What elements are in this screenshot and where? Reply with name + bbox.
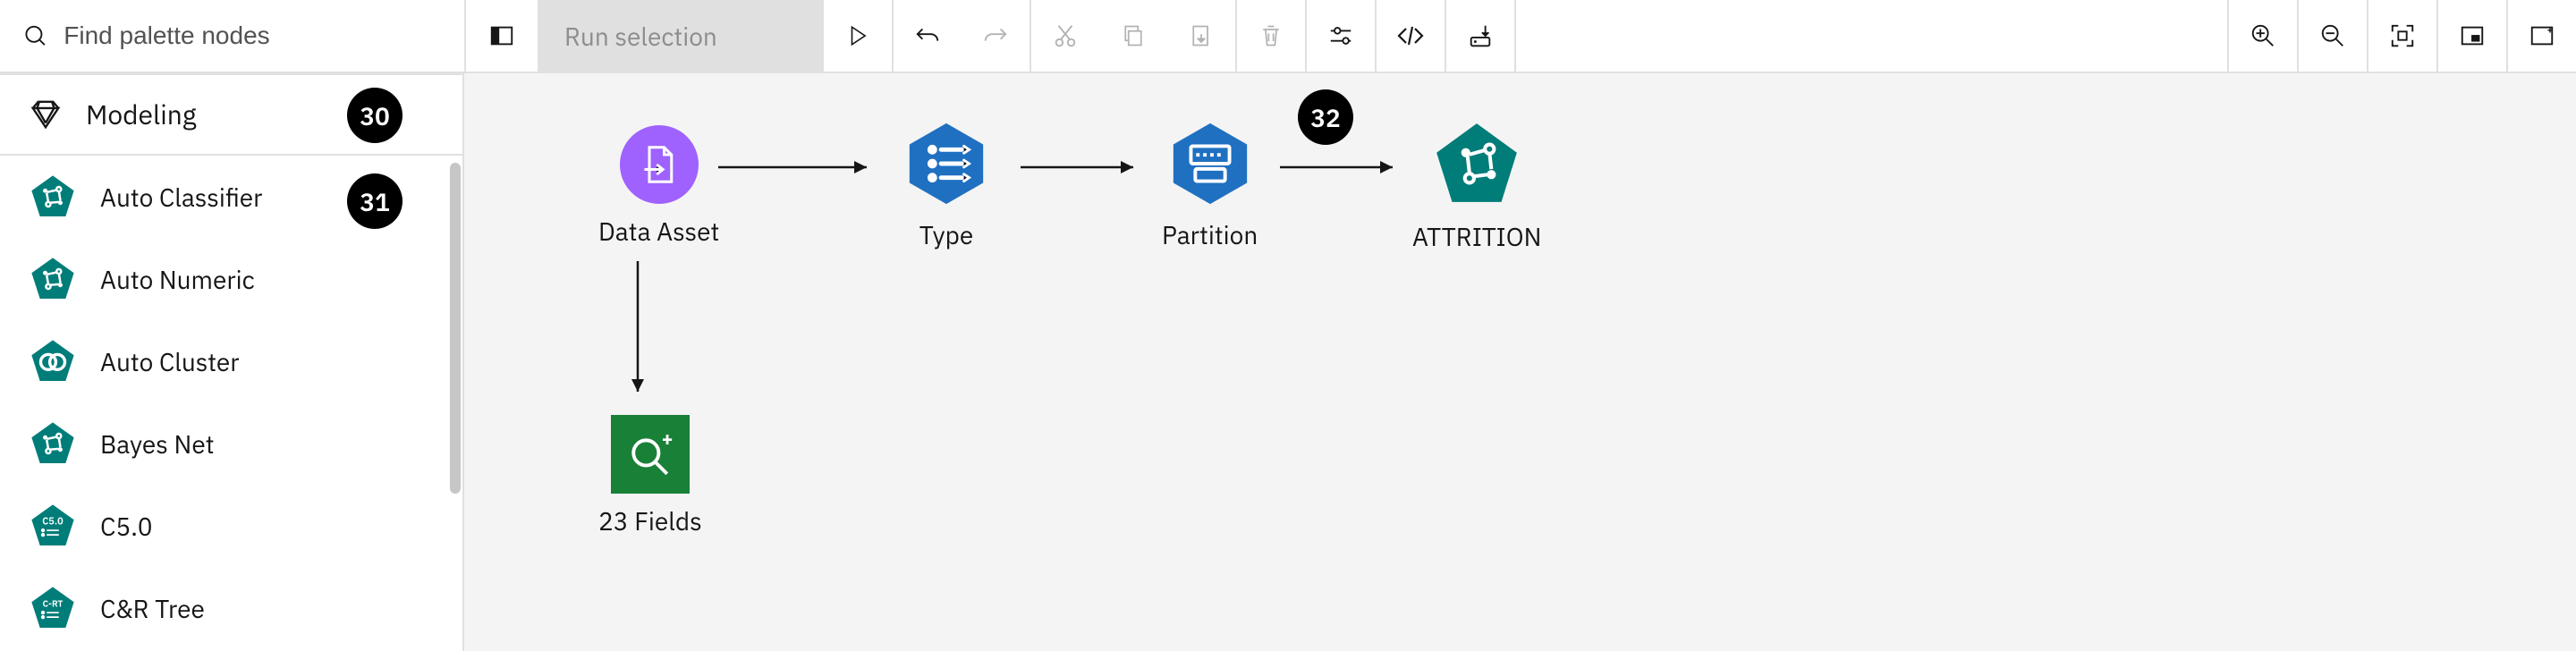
annotation-badge-32: 32: [1298, 89, 1353, 145]
search-icon: [23, 22, 47, 49]
flow-canvas[interactable]: Data Asset Type: [464, 73, 2576, 651]
palette-node-label: Auto Classifier: [100, 181, 262, 214]
pentagon-icon: [29, 419, 77, 468]
node-label: Partition: [1162, 218, 1258, 251]
zoom-out-button[interactable]: [2299, 0, 2367, 72]
play-icon: [846, 24, 869, 47]
pentagon-icon: C-RT: [29, 584, 77, 632]
toolbar: Run selection: [0, 0, 2576, 73]
zoom-fit-icon: [2389, 22, 2416, 49]
paste-button: [1167, 0, 1235, 72]
pentagon-icon: C5.0: [29, 502, 77, 550]
node-label: Type: [919, 218, 973, 251]
main-area: Modeling Auto Classifier Auto Numeric Au…: [0, 73, 2576, 651]
canvas-node-type[interactable]: Type: [902, 120, 990, 251]
redo-button: [962, 0, 1030, 72]
pentagon-icon: [29, 255, 77, 303]
palette-node-auto-cluster[interactable]: Auto Cluster: [0, 320, 462, 402]
cut-button: [1031, 0, 1099, 72]
palette-node-label: C5.0: [100, 510, 153, 543]
panel-toggle-icon: [488, 22, 515, 49]
settings-adjust-icon: [1327, 22, 1354, 49]
copy-button: [1099, 0, 1167, 72]
sidebar-scrollbar[interactable]: [450, 163, 461, 494]
code-button[interactable]: [1377, 0, 1445, 72]
pentagon-icon: [29, 173, 77, 221]
hexagon-icon: [1166, 120, 1254, 207]
download-button[interactable]: [1446, 0, 1514, 72]
palette-node-label: Auto Cluster: [100, 345, 240, 378]
palette-node-label: Bayes Net: [100, 427, 215, 461]
annotation-badge-30: 30: [347, 88, 402, 143]
add-comment-icon: +: [2529, 22, 2555, 49]
canvas-node-partition[interactable]: Partition: [1162, 120, 1258, 251]
trash-icon: [1258, 23, 1284, 48]
zoom-in-button[interactable]: [2229, 0, 2297, 72]
run-selection-label: Run selection: [564, 20, 717, 53]
undo-icon: [914, 22, 941, 49]
palette-node-label: Auto Numeric: [100, 263, 255, 296]
hexagon-icon: [902, 120, 990, 207]
palette-node-crtree[interactable]: C-RT C&R Tree: [0, 567, 462, 649]
palette-category-label: Modeling: [86, 97, 197, 132]
svg-text:+: +: [2547, 23, 2554, 37]
pentagon-icon: [1431, 118, 1522, 209]
svg-text:C-RT: C-RT: [43, 597, 64, 609]
panel-toggle-button[interactable]: [466, 0, 538, 72]
flow-arrow: [1019, 159, 1144, 175]
palette-node-auto-numeric[interactable]: Auto Numeric: [0, 238, 462, 320]
minimap-icon: [2459, 22, 2486, 49]
palette-node-c50[interactable]: C5.0 C5.0: [0, 485, 462, 567]
canvas-node-data-asset[interactable]: Data Asset: [598, 125, 719, 248]
redo-icon: [982, 22, 1009, 49]
palette-search[interactable]: [0, 0, 464, 72]
svg-text:C5.0: C5.0: [42, 515, 64, 528]
copy-icon: [1121, 23, 1146, 48]
svg-text:+: +: [661, 432, 673, 452]
download-icon: [1467, 22, 1494, 49]
palette-sidebar: Modeling Auto Classifier Auto Numeric Au…: [0, 73, 464, 651]
flow-arrow: [630, 259, 646, 402]
cut-icon: [1052, 22, 1079, 49]
run-selection-button: Run selection: [539, 0, 822, 72]
undo-button[interactable]: [894, 0, 962, 72]
palette-node-bayes-net[interactable]: Bayes Net: [0, 402, 462, 485]
zoom-out-icon: [2319, 22, 2346, 49]
zoom-fit-button[interactable]: [2368, 0, 2436, 72]
delete-button: [1237, 0, 1305, 72]
code-icon: [1396, 21, 1425, 50]
annotation-badge-31: 31: [347, 173, 402, 229]
run-button[interactable]: [824, 0, 892, 72]
node-label: Data Asset: [598, 215, 719, 248]
canvas-node-23-fields[interactable]: + 23 Fields: [598, 415, 702, 537]
add-comment-button[interactable]: +: [2508, 0, 2576, 72]
flow-arrow: [716, 159, 877, 175]
paste-icon: [1189, 23, 1214, 48]
minimap-button[interactable]: [2438, 0, 2506, 72]
node-label: ATTRITION: [1412, 220, 1541, 253]
flow-arrow: [1278, 159, 1403, 175]
audit-icon: +: [628, 432, 673, 477]
palette-search-input[interactable]: [64, 21, 464, 50]
node-label: 23 Fields: [598, 504, 702, 537]
zoom-in-icon: [2250, 22, 2276, 49]
diamond-icon: [29, 97, 63, 131]
canvas-node-attrition[interactable]: ATTRITION: [1412, 118, 1541, 253]
file-import-icon: [640, 145, 679, 184]
settings-button[interactable]: [1307, 0, 1375, 72]
pentagon-icon: [29, 337, 77, 385]
palette-node-label: C&R Tree: [100, 592, 205, 625]
